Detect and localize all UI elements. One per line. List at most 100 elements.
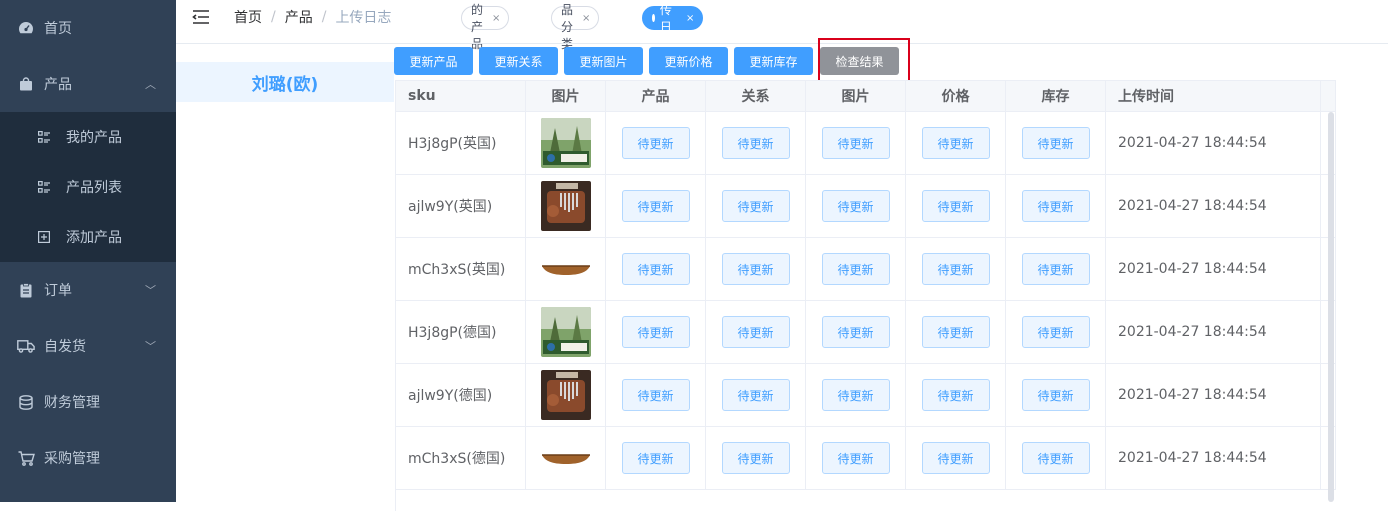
pending-update-button[interactable]: 待更新 xyxy=(921,253,990,285)
pending-update-button[interactable]: 待更新 xyxy=(1021,316,1090,348)
clipboard-icon xyxy=(16,282,36,298)
list-icon xyxy=(36,131,52,143)
sidebar: 首页 产品 ︿ 我的产品 产品列表 添加产品 订单 ﹀ 自发货 ﹀ 财务管理 采… xyxy=(0,0,176,502)
pending-update-button[interactable]: 待更新 xyxy=(721,127,790,159)
update-stock-button[interactable]: 更新库存 xyxy=(734,47,813,75)
pending-update-button[interactable]: 待更新 xyxy=(921,190,990,222)
tag-label: 产品分类 xyxy=(561,3,574,51)
pending-update-button[interactable]: 待更新 xyxy=(721,190,790,222)
menu-self-ship-label: 自发货 xyxy=(44,339,86,355)
sku-cell: mCh3xS(英国) xyxy=(396,238,526,301)
pending-update-button[interactable]: 待更新 xyxy=(821,442,890,474)
sku-cell: mCh3xS(德国) xyxy=(396,427,526,490)
store-name[interactable]: 刘璐(欧) xyxy=(176,62,394,102)
col-price-header: 价格 xyxy=(906,81,1006,112)
update-relation-button[interactable]: 更新关系 xyxy=(479,47,558,75)
col-price-cell: 待更新 xyxy=(906,301,1006,364)
kalimba-product-thumbnail[interactable] xyxy=(540,370,591,420)
wooden-bowl-product-thumbnail[interactable] xyxy=(540,244,591,294)
tag-label: 上传日志 xyxy=(659,3,672,51)
kalimba-product-thumbnail[interactable] xyxy=(540,181,591,231)
col-stock-cell: 待更新 xyxy=(1006,427,1106,490)
col-stock-cell: 待更新 xyxy=(1006,175,1106,238)
breadcrumb-product[interactable]: 产品 xyxy=(285,7,313,27)
pending-update-button[interactable]: 待更新 xyxy=(621,379,690,411)
table-scrollbar[interactable] xyxy=(1328,112,1334,502)
pending-update-button[interactable]: 待更新 xyxy=(821,316,890,348)
menu-finance[interactable]: 财务管理 xyxy=(0,374,176,430)
pending-update-button[interactable]: 待更新 xyxy=(1021,127,1090,159)
col-relation-cell: 待更新 xyxy=(706,427,806,490)
menu-order[interactable]: 订单 ﹀ xyxy=(0,262,176,318)
pending-update-button[interactable]: 待更新 xyxy=(921,379,990,411)
pending-update-button[interactable]: 待更新 xyxy=(1021,379,1090,411)
submenu-add-product[interactable]: 添加产品 xyxy=(0,212,176,262)
col-product-cell: 待更新 xyxy=(606,427,706,490)
update-image-button[interactable]: 更新图片 xyxy=(564,47,643,75)
tag-label: 我的产品 xyxy=(471,3,484,51)
wooden-bowl-product-thumbnail[interactable] xyxy=(540,433,591,483)
tag-upload-log[interactable]: 上传日志 × xyxy=(642,3,704,51)
forest-product-thumbnail[interactable] xyxy=(540,307,591,357)
upload-time-cell: 2021-04-27 18:44:54 xyxy=(1106,112,1321,175)
pending-update-button[interactable]: 待更新 xyxy=(621,190,690,222)
pending-update-button[interactable]: 待更新 xyxy=(921,127,990,159)
col-product-cell: 待更新 xyxy=(606,364,706,427)
menu-home[interactable]: 首页 xyxy=(0,0,176,56)
close-icon[interactable]: × xyxy=(492,13,500,24)
pending-update-button[interactable]: 待更新 xyxy=(821,127,890,159)
breadcrumb-home[interactable]: 首页 xyxy=(234,7,262,27)
pending-update-button[interactable]: 待更新 xyxy=(721,253,790,285)
pending-update-button[interactable]: 待更新 xyxy=(821,190,890,222)
submenu-product-list[interactable]: 产品列表 xyxy=(0,162,176,212)
upload-time-cell: 2021-04-27 18:44:54 xyxy=(1106,238,1321,301)
pending-update-button[interactable]: 待更新 xyxy=(1021,442,1090,474)
col-relation-cell: 待更新 xyxy=(706,364,806,427)
pending-update-button[interactable]: 待更新 xyxy=(821,253,890,285)
update-price-button[interactable]: 更新价格 xyxy=(649,47,728,75)
col-product-cell: 待更新 xyxy=(606,112,706,175)
col-upload-time-header: 上传时间 xyxy=(1106,81,1321,112)
close-icon[interactable]: × xyxy=(686,13,694,24)
breadcrumb: 首页 / 产品 / 上传日志 xyxy=(234,7,391,27)
pending-update-button[interactable]: 待更新 xyxy=(821,379,890,411)
menu-purchase[interactable]: 采购管理 xyxy=(0,430,176,486)
pending-update-button[interactable]: 待更新 xyxy=(621,316,690,348)
menu-home-label: 首页 xyxy=(44,21,72,37)
pending-update-button[interactable]: 待更新 xyxy=(721,316,790,348)
col-price-cell: 待更新 xyxy=(906,175,1006,238)
menu-self-ship[interactable]: 自发货 ﹀ xyxy=(0,318,176,374)
upload-time-cell: 2021-04-27 18:44:54 xyxy=(1106,364,1321,427)
tag-product-category[interactable]: 产品分类 × xyxy=(551,3,600,51)
pending-update-button[interactable]: 待更新 xyxy=(921,316,990,348)
forest-product-thumbnail[interactable] xyxy=(540,118,591,168)
pending-update-button[interactable]: 待更新 xyxy=(1021,190,1090,222)
collapse-menu-icon[interactable] xyxy=(192,9,210,25)
pending-update-button[interactable]: 待更新 xyxy=(1021,253,1090,285)
pending-update-button[interactable]: 待更新 xyxy=(621,442,690,474)
submenu-my-products[interactable]: 我的产品 xyxy=(0,112,176,162)
col-product-header: 产品 xyxy=(606,81,706,112)
sku-cell: H3j8gP(德国) xyxy=(396,301,526,364)
menu-product[interactable]: 产品 ︿ xyxy=(0,56,176,112)
tag-my-products[interactable]: 我的产品 × xyxy=(461,3,510,51)
col-price-cell: 待更新 xyxy=(906,238,1006,301)
col-price-cell: 待更新 xyxy=(906,112,1006,175)
pending-update-button[interactable]: 待更新 xyxy=(721,379,790,411)
menu-purchase-label: 采购管理 xyxy=(44,451,100,467)
update-product-button[interactable]: 更新产品 xyxy=(394,47,473,75)
col-picture-cell: 待更新 xyxy=(806,364,906,427)
col-product-cell: 待更新 xyxy=(606,175,706,238)
pending-update-button[interactable]: 待更新 xyxy=(921,442,990,474)
divider xyxy=(176,43,1388,44)
pending-update-button[interactable]: 待更新 xyxy=(721,442,790,474)
breadcrumb-separator: / xyxy=(271,9,276,25)
pending-update-button[interactable]: 待更新 xyxy=(621,127,690,159)
close-icon[interactable]: × xyxy=(582,13,590,24)
pending-update-button[interactable]: 待更新 xyxy=(621,253,690,285)
submenu-my-products-label: 我的产品 xyxy=(66,130,122,146)
image-cell xyxy=(526,112,606,175)
submenu-add-product-label: 添加产品 xyxy=(66,230,122,246)
active-dot-icon xyxy=(652,14,655,22)
upload-time-cell: 2021-04-27 18:44:54 xyxy=(1106,175,1321,238)
